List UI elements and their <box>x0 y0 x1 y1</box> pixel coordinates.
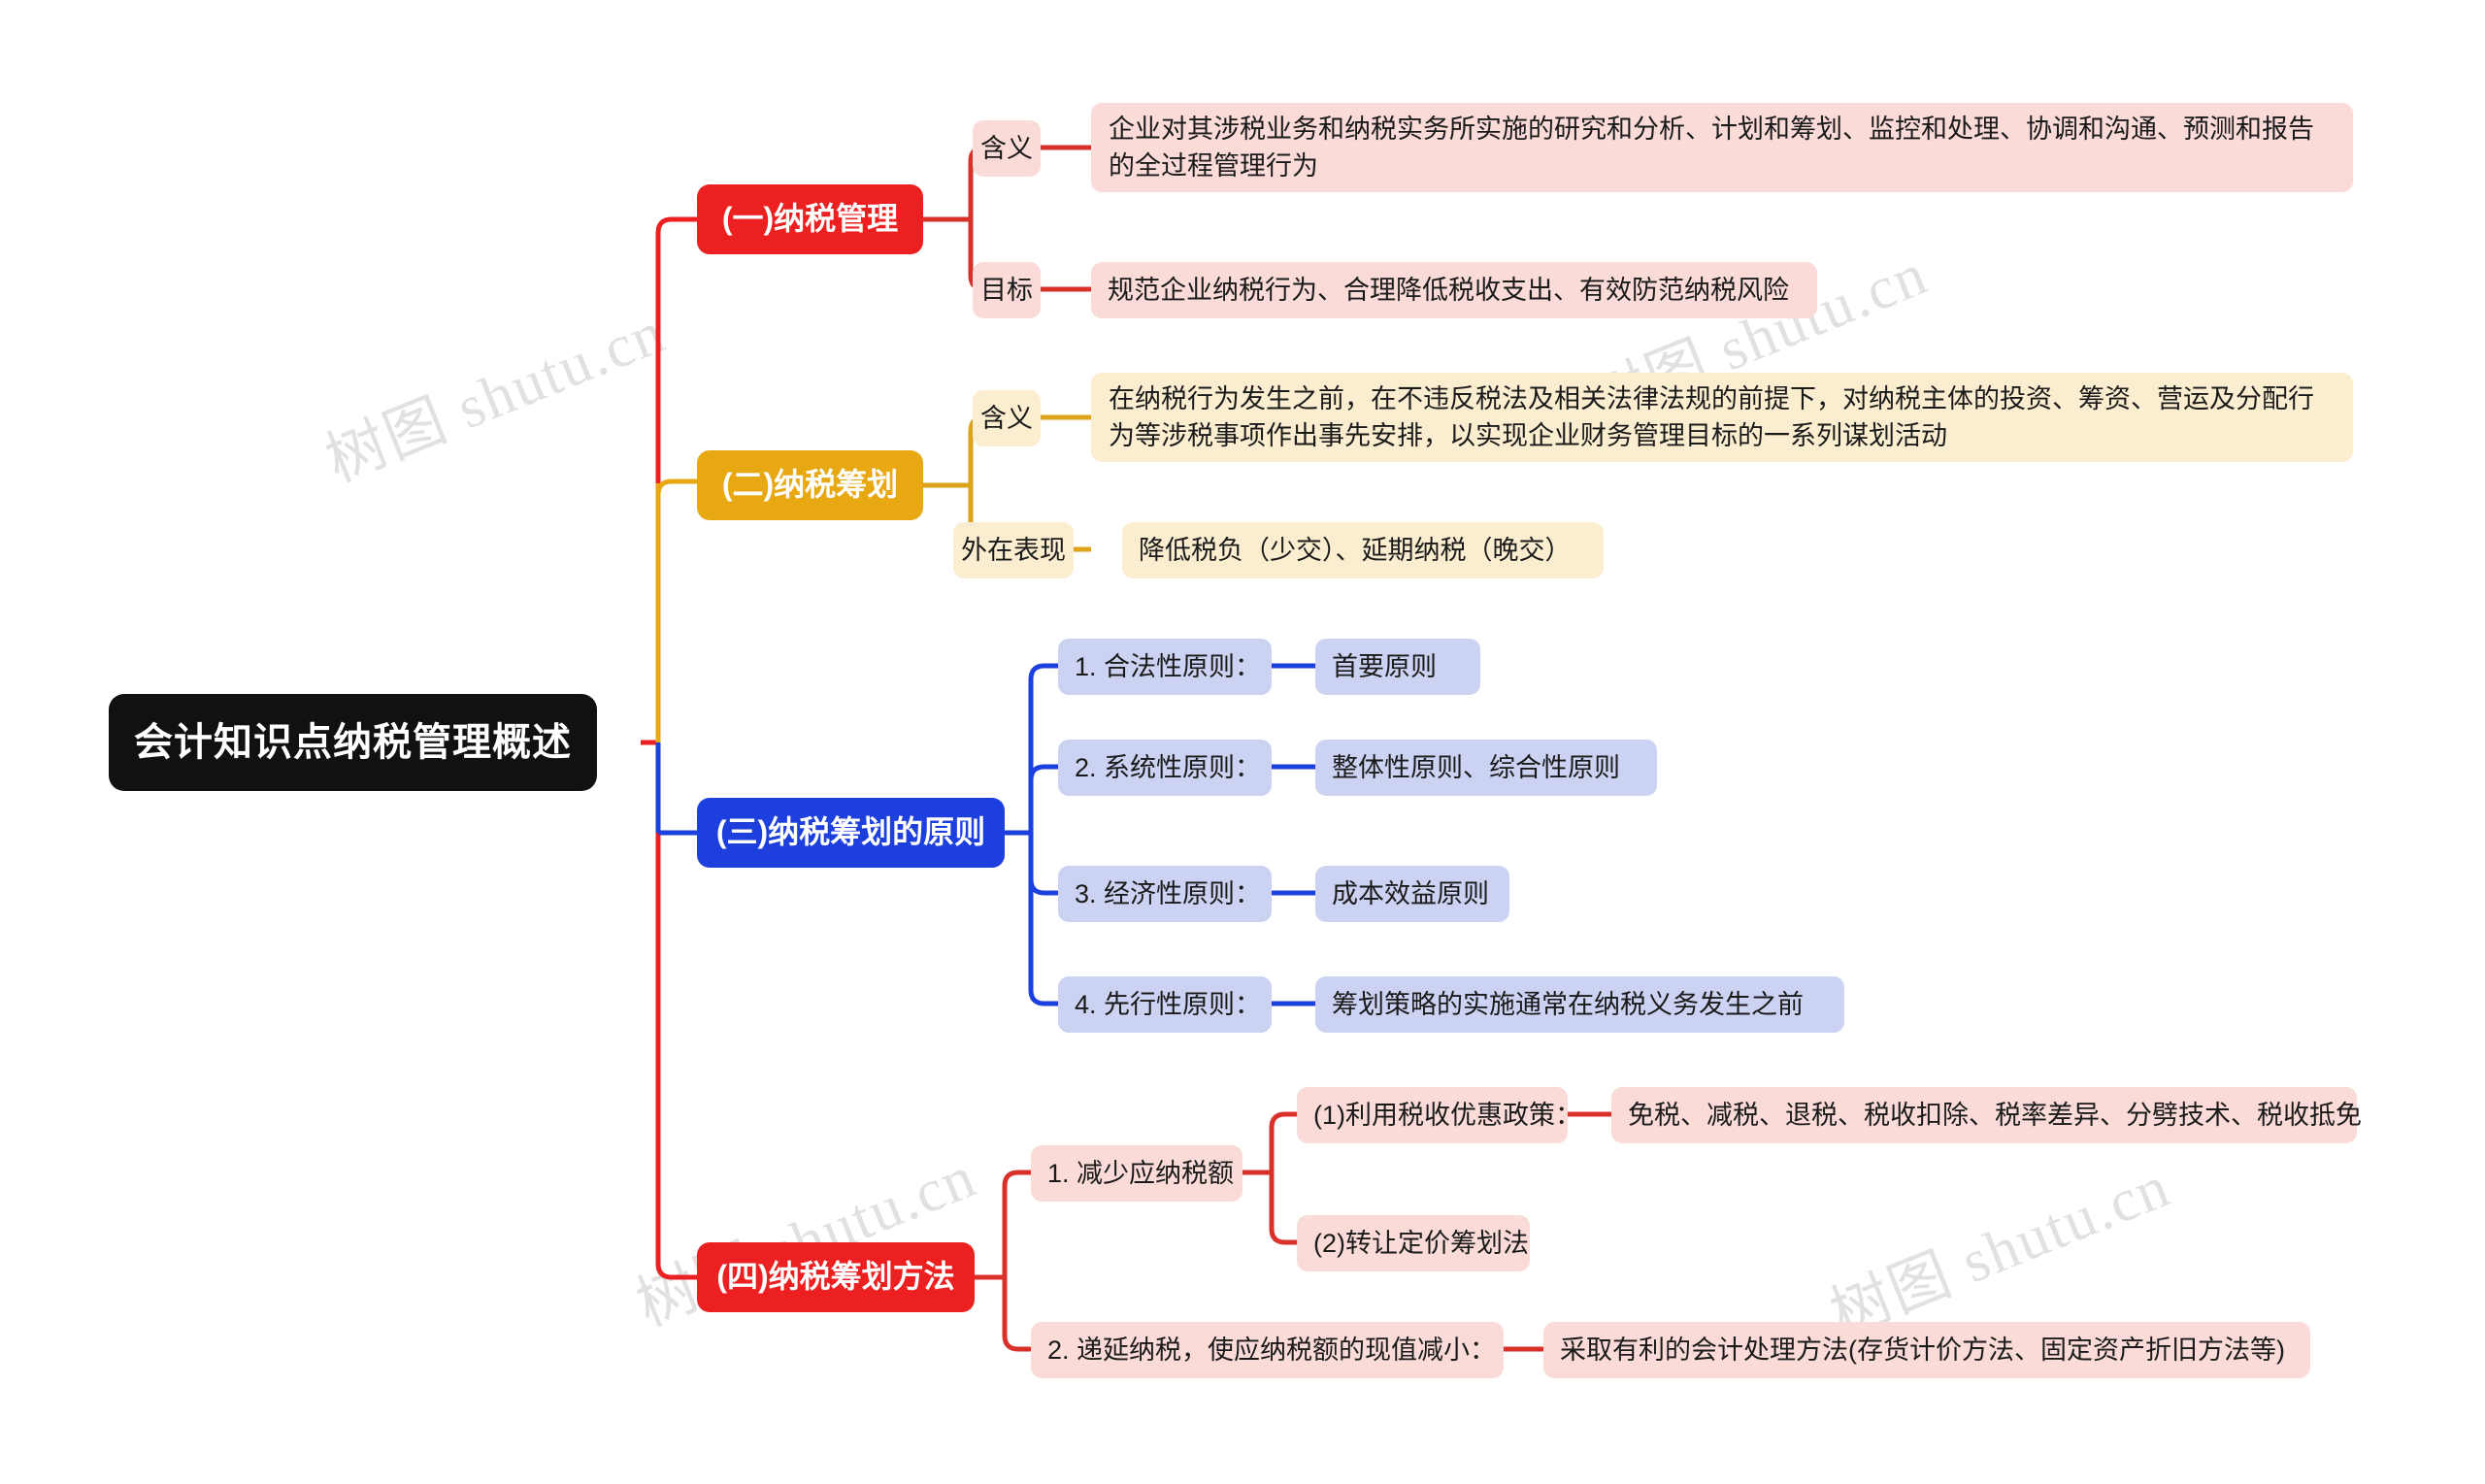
subnode-label: 3. 经济性原则： <box>1075 878 1262 908</box>
root-label: 会计知识点纳税管理概述 <box>134 720 572 764</box>
leaf-text: 免税、减税、退税、税收扣除、税率差异、分劈技术、税收抵免 <box>1628 1100 2362 1130</box>
watermark: 树图 shutu.cn <box>1821 1153 2180 1349</box>
leaf-4-1-1[interactable]: 免税、减税、退税、税收扣除、税率差异、分劈技术、税收抵免 <box>1611 1087 2362 1143</box>
leaf-4-2[interactable]: 采取有利的会计处理方法(存货计价方法、固定资产折旧方法等) <box>1543 1322 2310 1378</box>
leaf-3-3[interactable]: 成本效益原则 <box>1315 866 1509 922</box>
leaf-text: 整体性原则、综合性原则 <box>1332 752 1620 782</box>
leaf-text: 首要原则 <box>1332 651 1437 681</box>
leaf-text: 降低税负（少交）、延期纳税（晚交） <box>1139 535 1572 565</box>
subnode-3-1[interactable]: 1. 合法性原则： <box>1058 639 1272 695</box>
subnode-4-1[interactable]: 1. 减少应纳税额 <box>1031 1145 1242 1202</box>
subnode-2-1[interactable]: 含义 <box>973 390 1041 446</box>
branch-label: (三)纳税筹划的原则 <box>715 814 986 850</box>
subnode-label: 目标 <box>980 275 1033 305</box>
leaf-text: 规范企业纳税行为、合理降低税收支出、有效防范纳税风险 <box>1108 275 1789 305</box>
subnode-1-1[interactable]: 含义 <box>973 120 1041 177</box>
subnode-label: 含义 <box>980 403 1033 433</box>
leaf-2-2[interactable]: 降低税负（少交）、延期纳税（晚交） <box>1122 522 1604 578</box>
leaf-1-1[interactable]: 企业对其涉税业务和纳税实务所实施的研究和分析、计划和筹划、监控和处理、协调和沟通… <box>1091 103 2353 192</box>
leaf-3-1[interactable]: 首要原则 <box>1315 639 1480 695</box>
subnode-4-1-1[interactable]: (1)利用税收优惠政策： <box>1297 1087 1581 1143</box>
subnode-3-4[interactable]: 4. 先行性原则： <box>1058 976 1272 1033</box>
branch-node-4[interactable]: (四)纳税筹划方法 <box>697 1242 975 1312</box>
subnode-3-2[interactable]: 2. 系统性原则： <box>1058 740 1272 796</box>
subnode-label: 1. 减少应纳税额 <box>1047 1158 1235 1188</box>
subnode-label: 2. 系统性原则： <box>1075 752 1262 782</box>
subnode-label: 1. 合法性原则： <box>1075 651 1262 681</box>
branch-node-2[interactable]: (二)纳税筹划 <box>697 450 923 520</box>
branch-node-3[interactable]: (三)纳税筹划的原则 <box>697 798 1005 868</box>
branch-label: (二)纳税筹划 <box>721 467 899 503</box>
leaf-text: 成本效益原则 <box>1332 878 1489 908</box>
subnode-label: 含义 <box>980 133 1033 163</box>
watermark: 树图 shutu.cn <box>316 299 676 495</box>
mindmap-canvas: 树图 shutu.cn 树图 shutu.cn 树图 shutu.cn 树图 s… <box>0 0 2485 1484</box>
branch-label: (一)纳税管理 <box>721 201 899 237</box>
subnode-1-2[interactable]: 目标 <box>973 262 1041 318</box>
subnode-2-2[interactable]: 外在表现 <box>953 522 1074 578</box>
leaf-text: 在纳税行为发生之前，在不违反税法及相关法律法规的前提下，对纳税主体的投资、筹资、… <box>1109 383 2314 450</box>
leaf-text: 企业对其涉税业务和纳税实务所实施的研究和分析、计划和筹划、监控和处理、协调和沟通… <box>1109 114 2314 181</box>
subnode-4-1-2[interactable]: (2)转让定价筹划法 <box>1297 1215 1530 1271</box>
leaf-3-2[interactable]: 整体性原则、综合性原则 <box>1315 740 1657 796</box>
branch-node-1[interactable]: (一)纳税管理 <box>697 184 923 254</box>
subnode-3-3[interactable]: 3. 经济性原则： <box>1058 866 1272 922</box>
leaf-text: 采取有利的会计处理方法(存货计价方法、固定资产折旧方法等) <box>1560 1335 2285 1365</box>
leaf-text: 筹划策略的实施通常在纳税义务发生之前 <box>1332 989 1804 1019</box>
subnode-label: 2. 递延纳税，使应纳税额的现值减小： <box>1047 1335 1497 1365</box>
subnode-4-2[interactable]: 2. 递延纳税，使应纳税额的现值减小： <box>1031 1322 1504 1378</box>
leaf-3-4[interactable]: 筹划策略的实施通常在纳税义务发生之前 <box>1315 976 1844 1033</box>
subnode-label: (2)转让定价筹划法 <box>1313 1228 1529 1258</box>
leaf-2-1[interactable]: 在纳税行为发生之前，在不违反税法及相关法律法规的前提下，对纳税主体的投资、筹资、… <box>1091 373 2353 462</box>
root-node[interactable]: 会计知识点纳税管理概述 <box>109 694 597 791</box>
subnode-label: 4. 先行性原则： <box>1075 989 1262 1019</box>
leaf-1-2[interactable]: 规范企业纳税行为、合理降低税收支出、有效防范纳税风险 <box>1091 262 1817 318</box>
subnode-label: 外在表现 <box>961 535 1066 565</box>
subnode-label: (1)利用税收优惠政策： <box>1313 1100 1581 1130</box>
branch-label: (四)纳税筹划方法 <box>716 1259 955 1295</box>
